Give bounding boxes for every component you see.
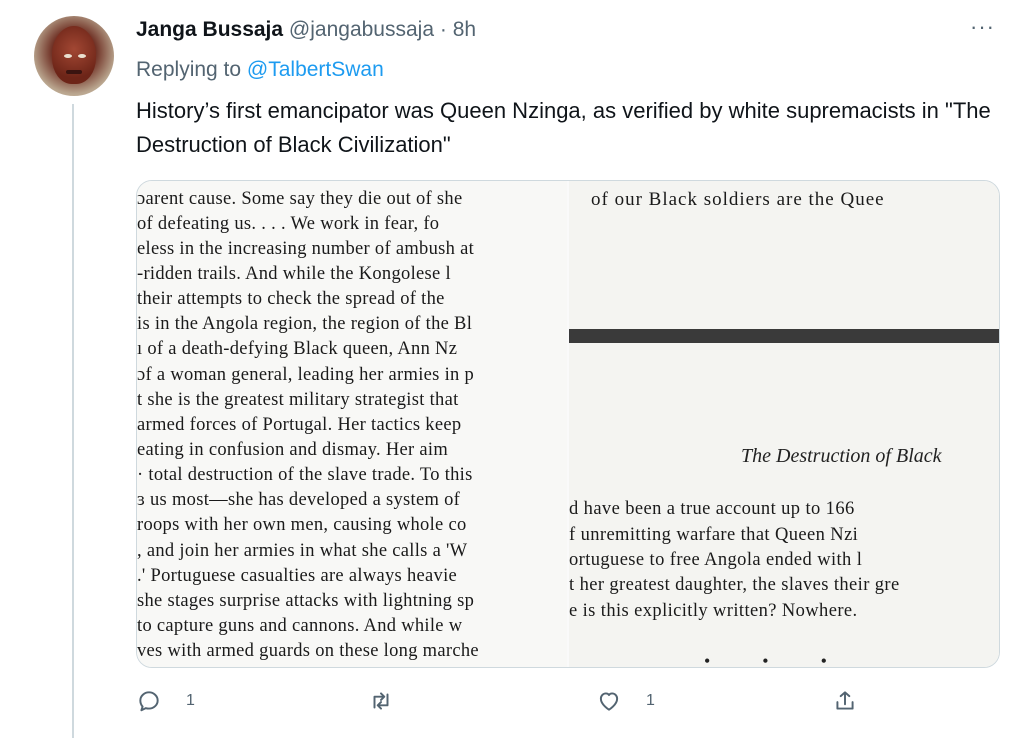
book-line: t she is the greatest military strategis… bbox=[137, 390, 459, 410]
reply-icon bbox=[139, 691, 159, 712]
like-button[interactable]: 1 bbox=[596, 688, 655, 714]
retweet-icon bbox=[373, 692, 389, 710]
author-handle[interactable]: @jangabussaja bbox=[289, 18, 434, 41]
book-line: ɔf a woman general, leading her armies i… bbox=[137, 365, 475, 385]
book-line: ɔarent cause. Some say they die out of s… bbox=[137, 189, 463, 209]
more-options-icon[interactable]: ··· bbox=[970, 14, 995, 40]
author-name[interactable]: Janga Bussaja bbox=[136, 18, 283, 41]
tweet-timestamp[interactable]: 8h bbox=[453, 18, 476, 41]
book-line: f unremitting warfare that Queen Nzi bbox=[569, 525, 859, 545]
reply-button[interactable]: 1 bbox=[136, 688, 195, 714]
book-line: of defeating us. . . . We work in fear, … bbox=[137, 214, 440, 234]
book-line: , and join her armies in what she calls … bbox=[137, 541, 468, 561]
avatar-eye bbox=[78, 54, 86, 58]
book-line: e is this explicitly written? Nowhere. bbox=[569, 601, 858, 621]
book-line: d have been a true account up to 166 bbox=[569, 499, 855, 519]
book-line: is in the Angola region, the region of t… bbox=[137, 314, 473, 334]
tweet-text: History’s first emancipator was Queen Nz… bbox=[136, 98, 991, 157]
book-line: -ridden trails. And while the Kongolese … bbox=[137, 264, 451, 284]
book-line: ɜ us most—she has developed a system of bbox=[137, 490, 461, 510]
thread-connector-line bbox=[72, 104, 74, 738]
share-button[interactable] bbox=[832, 688, 858, 714]
replying-to-mention[interactable]: @TalbertSwan bbox=[247, 58, 384, 81]
book-top-line: of our Black soldiers are the Quee bbox=[591, 189, 885, 210]
share-icon bbox=[836, 691, 854, 710]
page-dots: ••• bbox=[704, 651, 879, 667]
book-line: t her greatest daughter, the slaves thei… bbox=[569, 575, 900, 595]
book-line: armed forces of Portugal. Her tactics ke… bbox=[137, 415, 462, 435]
book-line: ı of a death-defying Black queen, Ann Nz bbox=[137, 339, 458, 359]
avatar-face bbox=[52, 26, 96, 84]
reply-count: 1 bbox=[186, 692, 195, 709]
book-running-title: The Destruction of Black bbox=[741, 445, 942, 467]
tweet-actions: 1 1 bbox=[136, 688, 876, 724]
replying-to-label: Replying to bbox=[136, 58, 247, 81]
page-divider-bar bbox=[569, 329, 999, 343]
book-line: roops with her own men, causing whole co bbox=[137, 515, 467, 535]
book-line: she stages surprise attacks with lightni… bbox=[137, 591, 475, 611]
tweet-media-image[interactable]: ɔarent cause. Some say they die out of s… bbox=[136, 180, 1000, 668]
heart-icon bbox=[599, 692, 619, 711]
avatar-eye bbox=[64, 54, 72, 58]
book-page-left: ɔarent cause. Some say they die out of s… bbox=[137, 181, 567, 667]
book-line: · total destruction of the slave trade. … bbox=[137, 465, 473, 485]
book-line: .' Portuguese casualties are always heav… bbox=[137, 566, 458, 586]
replying-to: Replying to @TalbertSwan bbox=[136, 58, 384, 82]
book-line: to capture guns and cannons. And while w bbox=[137, 616, 463, 636]
like-count: 1 bbox=[646, 692, 655, 709]
book-page-right: of our Black soldiers are the Quee The D… bbox=[569, 181, 999, 667]
book-line: ortuguese to free Angola ended with l bbox=[569, 550, 863, 570]
book-line: ves with armed guards on these long marc… bbox=[137, 641, 479, 661]
tweet-header: Janga Bussaja @jangabussaja · 8h bbox=[136, 18, 476, 42]
retweet-button[interactable] bbox=[368, 688, 418, 714]
book-line: eless in the increasing number of ambush… bbox=[137, 239, 475, 259]
avatar-mouth bbox=[66, 70, 82, 74]
separator-dot: · bbox=[439, 18, 447, 41]
book-line: their attempts to check the spread of th… bbox=[137, 289, 445, 309]
avatar[interactable] bbox=[34, 16, 114, 96]
book-line: eating in confusion and dismay. Her aim bbox=[137, 440, 449, 460]
